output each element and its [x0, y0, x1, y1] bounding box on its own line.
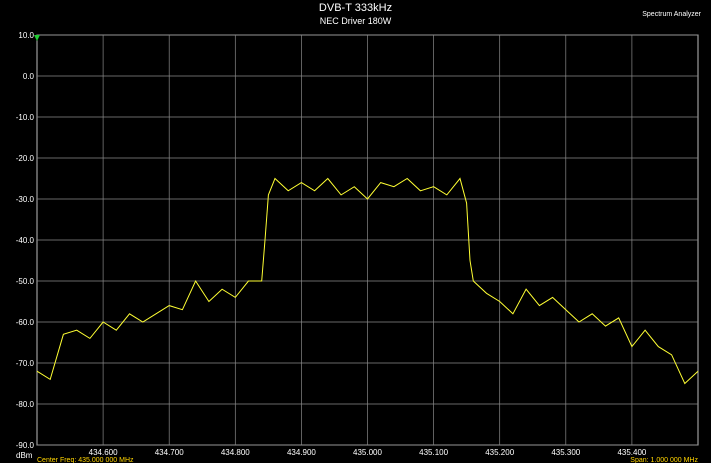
y-tick-label: -40.0 — [16, 236, 35, 245]
y-axis-unit: dBm — [16, 451, 33, 460]
x-tick-label: 434.700 — [155, 448, 184, 457]
x-tick-label: 434.600 — [89, 448, 118, 457]
x-tick-label: 435.000 — [353, 448, 382, 457]
x-tick-label: 435.100 — [419, 448, 448, 457]
x-tick-label: 435.400 — [617, 448, 646, 457]
y-tick-label: -50.0 — [16, 277, 35, 286]
y-tick-label: -10.0 — [16, 113, 35, 122]
span-label: Span: 1.000 000 MHz — [630, 457, 698, 463]
x-tick-label: 434.800 — [221, 448, 250, 457]
y-tick-label: -30.0 — [16, 195, 35, 204]
x-tick-label: 435.200 — [485, 448, 514, 457]
y-tick-label: 10.0 — [18, 31, 34, 40]
y-tick-label: 0.0 — [23, 72, 35, 81]
y-tick-label: -20.0 — [16, 154, 35, 163]
x-tick-label: 435.300 — [551, 448, 580, 457]
y-tick-label: -80.0 — [16, 400, 35, 409]
y-tick-label: -70.0 — [16, 359, 35, 368]
x-tick-label: 434.900 — [287, 448, 316, 457]
spectrum-chart: 10.0 0.0 -10.0 -20.0 -30.0 -40.0 -50.0 -60.0 -70… — [16, 31, 699, 463]
y-tick-label: -60.0 — [16, 318, 35, 327]
center-freq-label: Center Freq: 435.000 000 MHz — [37, 457, 134, 463]
y-tick-label: -90.0 — [16, 441, 35, 450]
